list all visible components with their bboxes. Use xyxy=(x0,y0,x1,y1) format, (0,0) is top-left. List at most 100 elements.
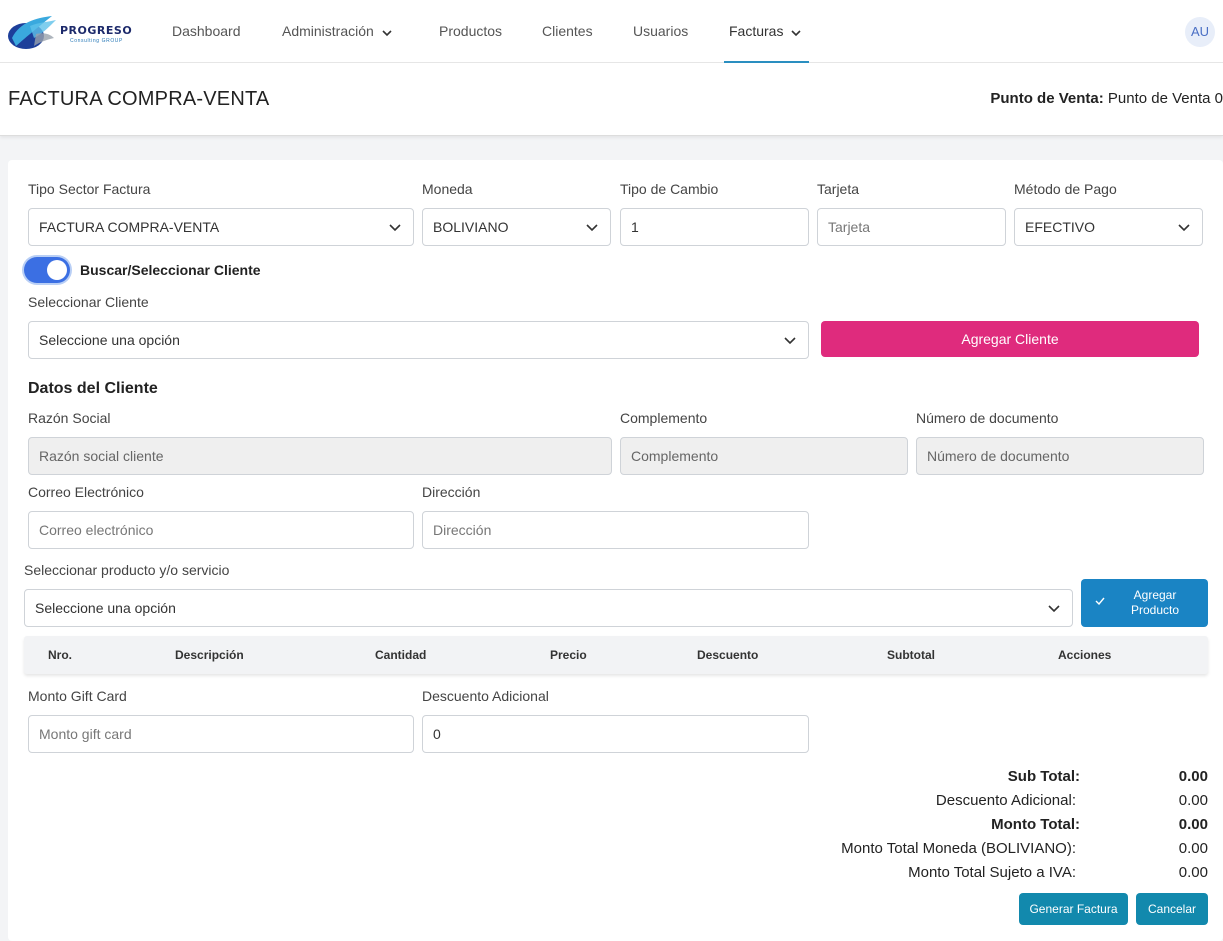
subtotal-label: Sub Total: xyxy=(1007,768,1080,785)
cancelar-button[interactable]: Cancelar xyxy=(1136,893,1208,925)
chevron-down-icon xyxy=(389,209,401,245)
th-acciones: Acciones xyxy=(1058,648,1112,662)
tipo-sector-select[interactable]: FACTURA COMPRA-VENTA xyxy=(28,208,414,246)
complemento-placeholder: Complemento xyxy=(631,448,719,464)
nav-dashboard[interactable]: Dashboard xyxy=(172,0,241,63)
tipo-cambio-value: 1 xyxy=(631,219,639,235)
brand-logo[interactable]: PROGRESO Consulting GROUP xyxy=(6,12,133,52)
agregar-cliente-button[interactable]: Agregar Cliente xyxy=(821,321,1199,357)
monto-total-label: Monto Total: xyxy=(991,816,1080,833)
correo-label: Correo Electrónico xyxy=(28,484,144,500)
logo-globe-icon xyxy=(8,16,56,49)
gift-card-label: Monto Gift Card xyxy=(28,688,127,704)
nav-usuarios-label: Usuarios xyxy=(633,23,689,39)
th-precio: Precio xyxy=(550,648,587,662)
punto-de-venta-value: Punto de Venta 0 xyxy=(1107,90,1223,107)
nav-clientes-label: Clientes xyxy=(542,23,593,39)
page-title: FACTURA COMPRA-VENTA xyxy=(8,88,270,110)
page-header: FACTURA COMPRA-VENTA Punto de Venta: Pun… xyxy=(0,63,1223,136)
nav-administracion[interactable]: Administración xyxy=(282,0,392,63)
generar-factura-button[interactable]: Generar Factura xyxy=(1019,893,1128,925)
datos-cliente-title: Datos del Cliente xyxy=(28,380,158,397)
nav-productos-label: Productos xyxy=(439,23,503,39)
tipo-sector-label: Tipo Sector Factura xyxy=(28,181,151,197)
agregar-producto-label: Agregar Producto xyxy=(1115,588,1195,618)
check-icon xyxy=(1095,596,1105,608)
direccion-placeholder: Dirección xyxy=(433,522,492,538)
descuento-adicional-label: Descuento Adicional xyxy=(422,688,549,704)
tipo-cambio-input[interactable]: 1 xyxy=(620,208,809,246)
correo-placeholder: Correo electrónico xyxy=(39,522,154,538)
logo-subtext: Consulting GROUP xyxy=(70,38,123,44)
tipo-cambio-label: Tipo de Cambio xyxy=(620,181,719,197)
agregar-producto-line2: Producto xyxy=(1130,603,1180,617)
monto-moneda-label: Monto Total Moneda (BOLIVIANO): xyxy=(841,840,1076,857)
subtotal-value: 0.00 xyxy=(1178,768,1208,785)
agregar-producto-button[interactable]: Agregar Producto xyxy=(1081,579,1208,627)
nav-administracion-label: Administración xyxy=(282,23,374,39)
tarjeta-label: Tarjeta xyxy=(817,181,860,197)
toggle-knob xyxy=(47,260,67,280)
tarjeta-input[interactable]: Tarjeta xyxy=(817,208,1006,246)
gift-card-placeholder: Monto gift card xyxy=(39,726,132,742)
descuento-total-value: 0.00 xyxy=(1178,792,1208,809)
logo-text: PROGRESO xyxy=(60,24,133,37)
descuento-adicional-input[interactable]: 0 xyxy=(422,715,809,753)
nav-clientes[interactable]: Clientes xyxy=(542,0,593,63)
moneda-label: Moneda xyxy=(422,181,473,197)
moneda-select[interactable]: BOLIVIANO xyxy=(422,208,611,246)
buscar-cliente-toggle-label: Buscar/Seleccionar Cliente xyxy=(80,262,261,278)
complemento-label: Complemento xyxy=(620,410,708,426)
gift-card-input[interactable]: Monto gift card xyxy=(28,715,414,753)
correo-input[interactable]: Correo electrónico xyxy=(28,511,414,549)
punto-de-venta-label: Punto de Venta: xyxy=(990,90,1104,107)
metodo-pago-label: Método de Pago xyxy=(1014,181,1117,197)
tipo-sector-value: FACTURA COMPRA-VENTA xyxy=(39,219,220,235)
chevron-down-icon xyxy=(586,209,598,245)
numero-documento-label: Número de documento xyxy=(916,410,1059,426)
cliente-label: Seleccionar Cliente xyxy=(28,294,149,310)
numero-documento-input[interactable]: Número de documento xyxy=(916,437,1204,475)
direccion-input[interactable]: Dirección xyxy=(422,511,809,549)
th-subtotal: Subtotal xyxy=(887,648,935,662)
moneda-value: BOLIVIANO xyxy=(433,219,509,235)
metodo-pago-select[interactable]: EFECTIVO xyxy=(1014,208,1203,246)
buscar-cliente-toggle[interactable] xyxy=(24,257,70,283)
razon-social-placeholder: Razón social cliente xyxy=(39,448,164,464)
cliente-select[interactable]: Seleccione una opción xyxy=(28,321,809,359)
chevron-down-icon xyxy=(1178,209,1190,245)
user-avatar[interactable]: AU xyxy=(1185,17,1215,47)
razon-social-label: Razón Social xyxy=(28,410,111,426)
monto-iva-label: Monto Total Sujeto a IVA: xyxy=(908,864,1076,881)
chevron-down-icon xyxy=(791,3,802,65)
direccion-label: Dirección xyxy=(422,484,481,500)
th-descuento: Descuento xyxy=(697,648,759,662)
chevron-down-icon xyxy=(1048,590,1060,626)
nav-facturas-label: Facturas xyxy=(729,23,784,39)
chevron-down-icon xyxy=(382,3,392,65)
complemento-input[interactable]: Complemento xyxy=(620,437,908,475)
metodo-pago-value: EFECTIVO xyxy=(1025,219,1096,235)
tarjeta-placeholder: Tarjeta xyxy=(828,219,871,235)
cliente-value: Seleccione una opción xyxy=(39,332,180,348)
monto-moneda-value: 0.00 xyxy=(1178,840,1208,857)
producto-value: Seleccione una opción xyxy=(35,600,176,616)
th-descripcion: Descripción xyxy=(175,648,244,662)
descuento-adicional-value: 0 xyxy=(433,726,441,742)
top-navbar: PROGRESO Consulting GROUP Dashboard Admi… xyxy=(0,0,1223,63)
producto-label: Seleccionar producto y/o servicio xyxy=(24,562,230,578)
producto-select[interactable]: Seleccione una opción xyxy=(24,589,1073,627)
nav-facturas[interactable]: Facturas xyxy=(724,0,809,63)
agregar-producto-line1: Agregar xyxy=(1133,588,1177,602)
punto-de-venta: Punto de Venta: Punto de Venta 0 xyxy=(990,90,1223,107)
nav-dashboard-label: Dashboard xyxy=(172,23,241,39)
monto-total-value: 0.00 xyxy=(1178,816,1208,833)
razon-social-input[interactable]: Razón social cliente xyxy=(28,437,612,475)
numero-documento-placeholder: Número de documento xyxy=(927,448,1070,464)
nav-productos[interactable]: Productos xyxy=(439,0,502,63)
th-cantidad: Cantidad xyxy=(375,648,427,662)
descuento-total-label: Descuento Adicional: xyxy=(935,792,1076,809)
th-nro: Nro. xyxy=(48,648,72,662)
products-table-header: Nro. Descripción Cantidad Precio Descuen… xyxy=(24,636,1208,674)
nav-usuarios[interactable]: Usuarios xyxy=(633,0,688,63)
